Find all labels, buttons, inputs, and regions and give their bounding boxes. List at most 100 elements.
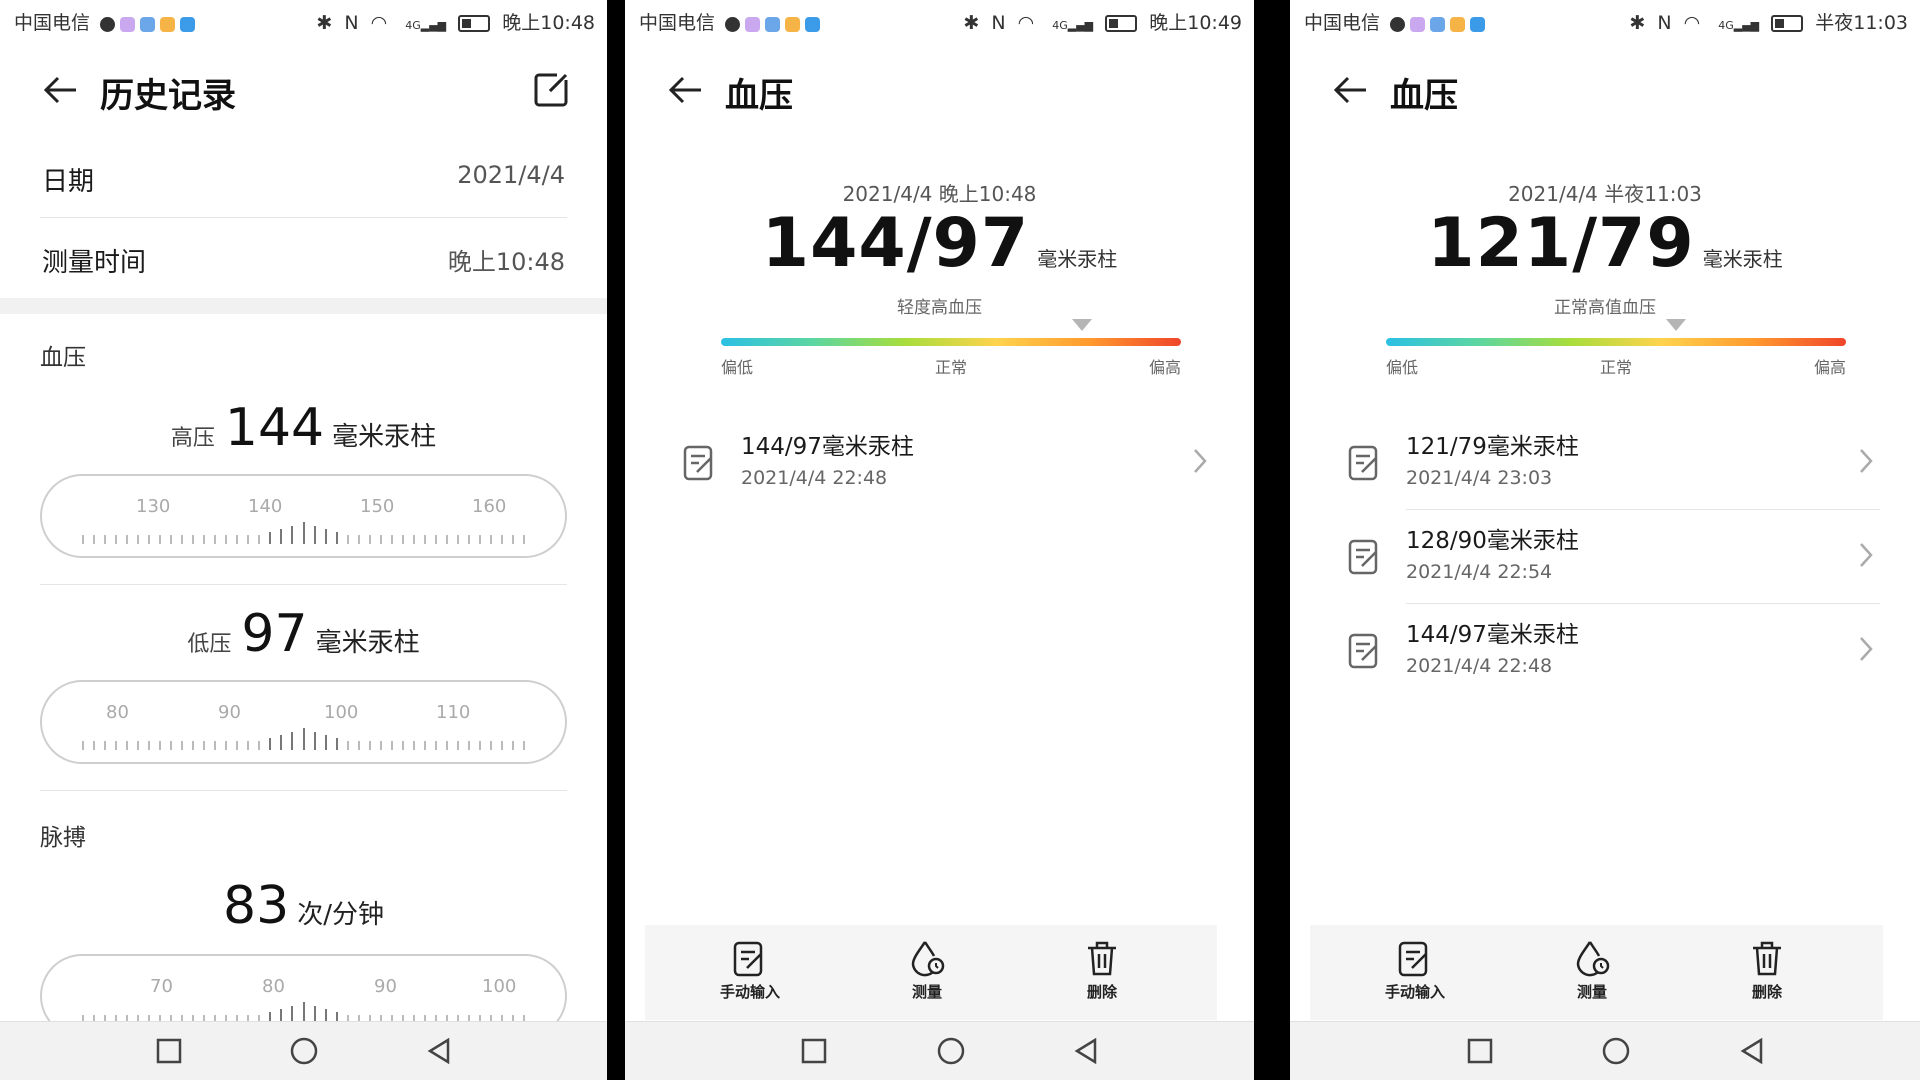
ruler-tick (324, 735, 327, 750)
record-item[interactable]: 121/79毫米汞柱 2021/4/4 23:03 (1330, 415, 1880, 509)
ruler-tick (192, 535, 195, 544)
pulse-unit: 次/分钟 (297, 900, 384, 930)
bluetooth-icon: ✱ (1629, 12, 1646, 34)
measure-drop-icon (1576, 941, 1610, 977)
trash-icon (1753, 941, 1781, 976)
signal-icon: 4G▂▄▆ (1052, 19, 1094, 32)
ruler-tick (258, 741, 261, 750)
ruler-tick (214, 741, 217, 750)
measure-button[interactable]: 测量 (1532, 939, 1652, 1002)
ruler-tick-label: 80 (106, 702, 129, 723)
manual-input-button[interactable]: 手动输入 (1355, 939, 1475, 1002)
reading-display: 121/79 毫米汞柱 (1290, 204, 1920, 283)
systolic-label: 高压 (170, 426, 215, 451)
back-nav-icon[interactable] (424, 1036, 454, 1066)
chevron-right-icon (1860, 637, 1873, 661)
ruler-tick (225, 741, 228, 750)
recent-apps-icon[interactable] (154, 1036, 184, 1066)
edit-icon[interactable] (533, 70, 571, 108)
wifi-icon: ◠ (1017, 12, 1035, 34)
status-time: 晚上10:48 (502, 12, 595, 34)
diastolic-ruler[interactable]: 80 90 100 110 (40, 680, 567, 764)
system-nav-bar (625, 1021, 1254, 1080)
record-item[interactable]: 128/90毫米汞柱 2021/4/4 22:54 (1330, 509, 1880, 603)
scale-normal-label: 正常 (935, 358, 968, 377)
delete-label: 删除 (1751, 983, 1782, 1001)
ruler-tick (302, 522, 305, 544)
carrier-name: 中国电信 (639, 12, 716, 34)
notification-icons (725, 13, 825, 35)
scale-high-label: 偏高 (1813, 358, 1846, 377)
measure-time-row: 测量时间 晚上10:48 (40, 218, 567, 298)
back-arrow-icon[interactable] (40, 72, 80, 108)
app-bar: 血压 (625, 60, 1254, 120)
ruler-tick (82, 535, 84, 544)
ruler-tick (368, 535, 371, 544)
status-bar: 中国电信 ✱ N ◠ 4G▂▄▆ 晚上10:48 (0, 0, 607, 40)
ruler-tick (346, 741, 349, 750)
ruler-tick (445, 741, 448, 750)
divider (40, 584, 567, 585)
trash-icon (1088, 941, 1116, 976)
ruler-tick (247, 741, 250, 750)
recent-apps-icon[interactable] (1465, 1036, 1495, 1066)
ruler-tick (335, 738, 338, 750)
recent-apps-icon[interactable] (799, 1036, 829, 1066)
ruler-tick (456, 535, 459, 544)
carrier-name: 中国电信 (14, 12, 91, 34)
system-nav-bar (0, 1021, 607, 1080)
page-title: 血压 (725, 76, 793, 116)
back-arrow-icon[interactable] (1330, 72, 1370, 108)
ruler-tick (104, 741, 107, 750)
record-value: 128/90毫米汞柱 (1406, 528, 1579, 554)
back-arrow-icon[interactable] (665, 72, 705, 108)
home-icon[interactable] (936, 1036, 966, 1066)
manual-input-icon (1398, 941, 1428, 977)
wifi-icon: ◠ (370, 12, 388, 34)
chevron-right-icon (1860, 543, 1873, 567)
ruler-tick (93, 741, 96, 750)
ruler-tick (423, 535, 426, 544)
ruler-tick (379, 741, 382, 750)
back-nav-icon[interactable] (1737, 1036, 1767, 1066)
pulse-section-title: 脉搏 (40, 825, 86, 851)
record-item[interactable]: 144/97毫米汞柱 2021/4/4 22:48 (665, 415, 1214, 509)
ruler-tick (148, 741, 151, 750)
status-time: 半夜11:03 (1815, 12, 1908, 34)
ruler-tick (379, 535, 382, 544)
ruler-tick (137, 741, 140, 750)
reading-value: 144/97 (761, 204, 1030, 283)
measure-button[interactable]: 测量 (867, 939, 987, 1002)
ruler-tick-label: 130 (136, 496, 171, 517)
bp-classification: 轻度高血压 (897, 298, 982, 318)
measure-label: 测量 (911, 983, 942, 1001)
systolic-ruler[interactable]: 130 140 150 160 (40, 474, 567, 558)
back-nav-icon[interactable] (1071, 1036, 1101, 1066)
ruler-tick (291, 526, 294, 544)
delete-button[interactable]: 删除 (1042, 939, 1162, 1002)
ruler-tick (137, 535, 140, 544)
ruler-tick (181, 741, 184, 750)
chevron-right-icon (1194, 449, 1207, 473)
scale-low-label: 偏低 (721, 358, 754, 377)
ruler-tick (313, 526, 316, 544)
ruler-tick (401, 535, 404, 544)
home-icon[interactable] (289, 1036, 319, 1066)
ruler-tick-label: 90 (374, 976, 397, 997)
reading-unit: 毫米汞柱 (1702, 247, 1783, 271)
delete-button[interactable]: 删除 (1707, 939, 1827, 1002)
manual-input-label: 手动输入 (719, 983, 780, 1001)
ruler-tick (368, 741, 371, 750)
notification-icons (100, 13, 200, 35)
record-note-icon (1348, 445, 1378, 481)
wifi-icon: ◠ (1683, 12, 1701, 34)
ruler-tick (82, 741, 84, 750)
ruler-tick (456, 741, 459, 750)
manual-input-button[interactable]: 手动输入 (690, 939, 810, 1002)
systolic-unit: 毫米汞柱 (332, 422, 437, 452)
reading-unit: 毫米汞柱 (1037, 247, 1118, 271)
record-item[interactable]: 144/97毫米汞柱 2021/4/4 22:48 (1330, 603, 1880, 697)
home-icon[interactable] (1601, 1036, 1631, 1066)
ruler-tick (236, 535, 239, 544)
delete-label: 删除 (1086, 983, 1117, 1001)
